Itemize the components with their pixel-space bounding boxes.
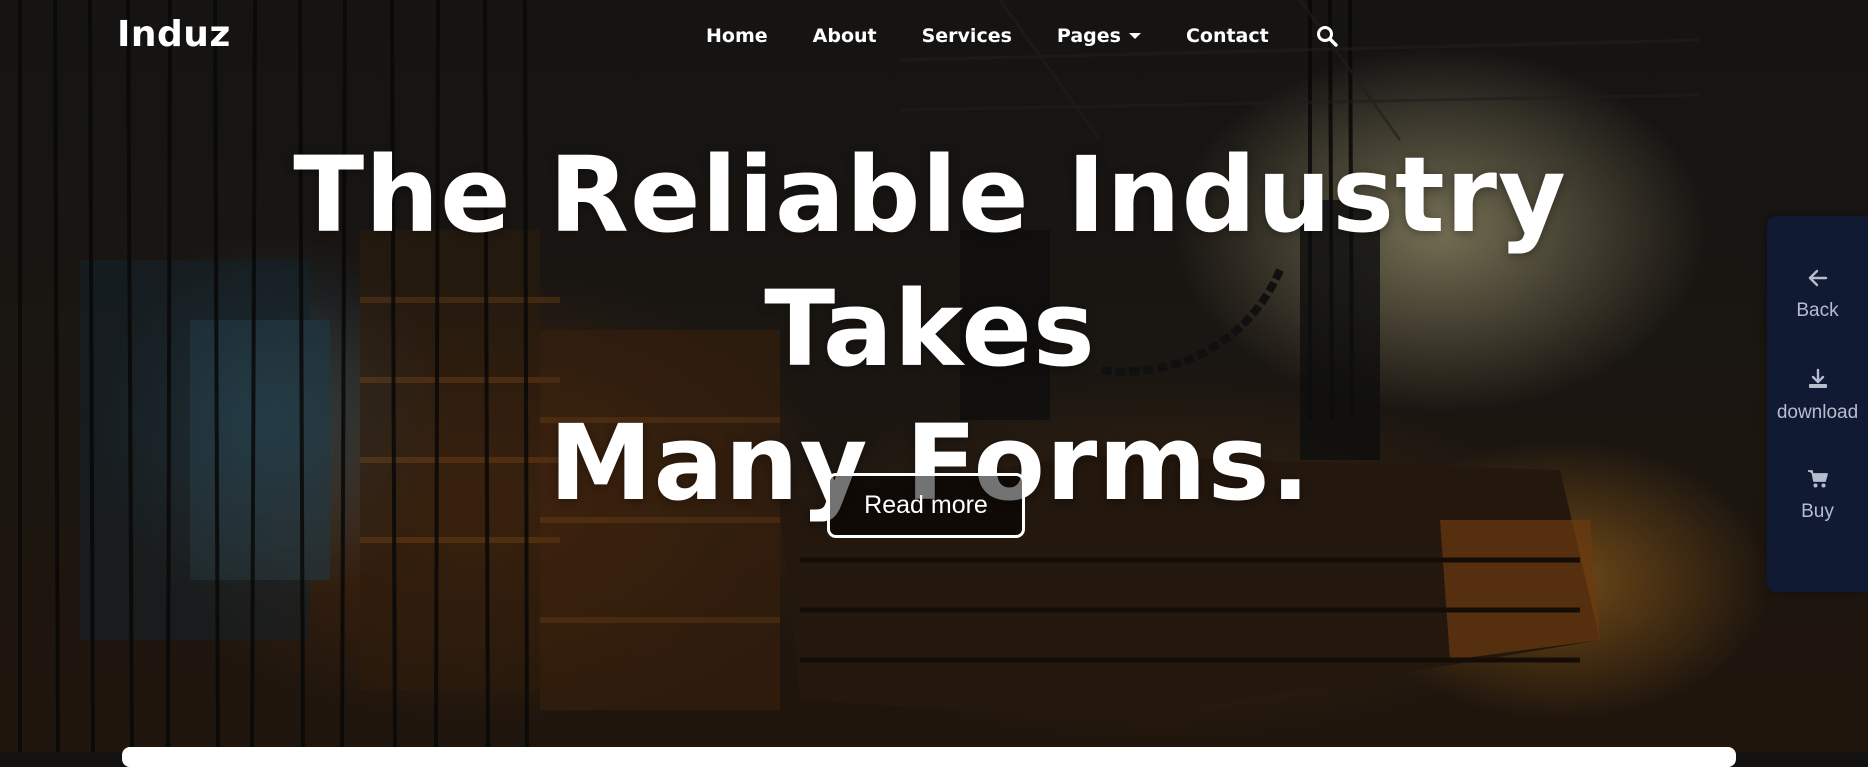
- download-button[interactable]: download: [1767, 368, 1868, 424]
- nav-item-services[interactable]: Services: [922, 25, 1012, 47]
- content-card-edge: [122, 747, 1736, 767]
- cart-icon: [1807, 470, 1828, 488]
- nav-item-pages-label: Pages: [1056, 25, 1121, 47]
- caret-down-icon: [1128, 33, 1141, 39]
- buy-button[interactable]: Buy: [1767, 469, 1868, 523]
- hero-headline: The Reliable Industry Takes Many Forms.: [150, 128, 1710, 530]
- back-label: Back: [1796, 300, 1839, 321]
- read-more-button[interactable]: Read more: [827, 473, 1025, 538]
- arrow-left-icon: [1808, 269, 1827, 287]
- nav-menu: Home About Services Pages Contact: [706, 24, 1339, 48]
- nav-item-contact[interactable]: Contact: [1186, 25, 1269, 47]
- hero-headline-line-1: The Reliable Industry Takes: [293, 134, 1567, 390]
- nav-item-about[interactable]: About: [813, 25, 877, 47]
- top-navbar: Induz Home About Services Pages Contact: [0, 0, 1868, 75]
- brand-logo[interactable]: Induz: [117, 14, 231, 55]
- search-icon[interactable]: [1315, 24, 1339, 48]
- back-button[interactable]: Back: [1767, 268, 1868, 322]
- buy-label: Buy: [1801, 501, 1834, 522]
- download-icon: [1808, 368, 1827, 388]
- nav-item-pages[interactable]: Pages: [1057, 25, 1141, 47]
- floating-side-panel: Back download Buy: [1767, 216, 1868, 592]
- nav-item-home[interactable]: Home: [706, 25, 768, 47]
- download-label: download: [1776, 402, 1859, 423]
